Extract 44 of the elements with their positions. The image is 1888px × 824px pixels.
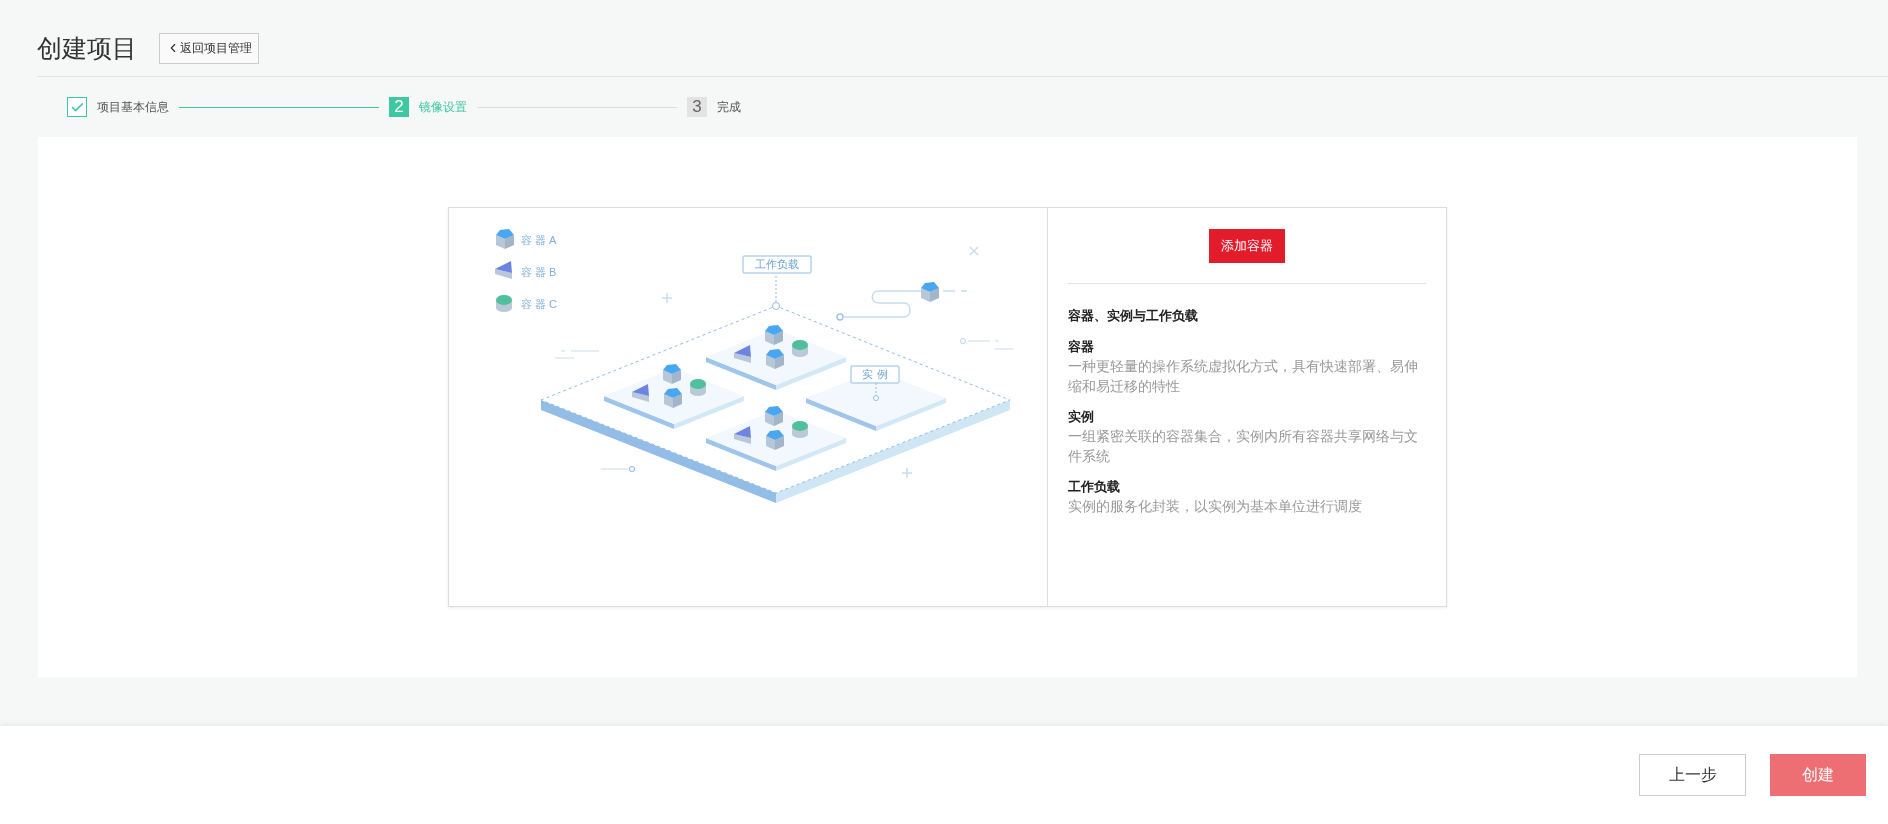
section-text: 一种更轻量的操作系统虚拟化方式，具有快速部署、易伸缩和易迁移的特性 bbox=[1068, 356, 1419, 396]
dash-drawing bbox=[554, 350, 600, 359]
section-title: 容器 bbox=[1068, 337, 1095, 356]
legend-label: 容 器 C bbox=[521, 298, 558, 310]
legend-label: 容 器 B bbox=[521, 266, 557, 278]
plus-icon bbox=[901, 467, 913, 479]
cube-drawing bbox=[664, 388, 682, 408]
plus-icon bbox=[661, 292, 673, 304]
back-button[interactable]: 返回项目管理 bbox=[159, 32, 259, 64]
cube-drawing bbox=[766, 349, 784, 369]
cube-icon bbox=[496, 229, 514, 249]
prism-drawing bbox=[734, 345, 751, 363]
cylinder-drawing bbox=[792, 421, 808, 438]
prism-icon bbox=[495, 261, 512, 279]
previous-button[interactable]: 上一步 bbox=[1639, 754, 1746, 796]
info-heading: 容器、实例与工作负载 bbox=[1068, 307, 1199, 325]
prism-drawing bbox=[734, 426, 751, 444]
cube-drawing bbox=[766, 430, 784, 450]
section-text: 实例的服务化封装，以实例为基本单位进行调度 bbox=[1068, 496, 1363, 516]
instance-label: 实 例 bbox=[850, 365, 900, 401]
dash-drawing bbox=[600, 465, 636, 473]
cylinder-icon bbox=[496, 295, 512, 312]
cube-drawing bbox=[765, 325, 783, 345]
page-title: 创建项目 bbox=[37, 33, 137, 64]
section-text: 一组紧密关联的容器集合，实例内所有容器共享网络与文件系统 bbox=[1068, 426, 1419, 466]
step-label: 项目基本信息 bbox=[97, 99, 169, 116]
add-container-button[interactable]: 添加容器 bbox=[1209, 229, 1285, 263]
workload-label: 工作负载 bbox=[742, 255, 812, 310]
cube-drawing bbox=[921, 282, 939, 302]
step-number: 3 bbox=[687, 97, 707, 117]
step-number: 2 bbox=[389, 97, 409, 117]
section-title: 实例 bbox=[1068, 407, 1095, 426]
step-label: 完成 bbox=[717, 99, 741, 116]
cylinder-drawing bbox=[690, 379, 706, 396]
cube-drawing bbox=[663, 364, 681, 384]
section-title: 工作负载 bbox=[1068, 477, 1121, 496]
legend-label: 容 器 A bbox=[521, 234, 557, 246]
dash-drawing bbox=[942, 290, 968, 292]
step-label: 镜像设置 bbox=[419, 99, 467, 116]
cylinder-drawing bbox=[792, 340, 808, 357]
dash-drawing bbox=[959, 337, 1014, 350]
prism-drawing bbox=[632, 384, 649, 402]
cube-drawing bbox=[765, 406, 783, 426]
cross-icon bbox=[969, 246, 979, 256]
